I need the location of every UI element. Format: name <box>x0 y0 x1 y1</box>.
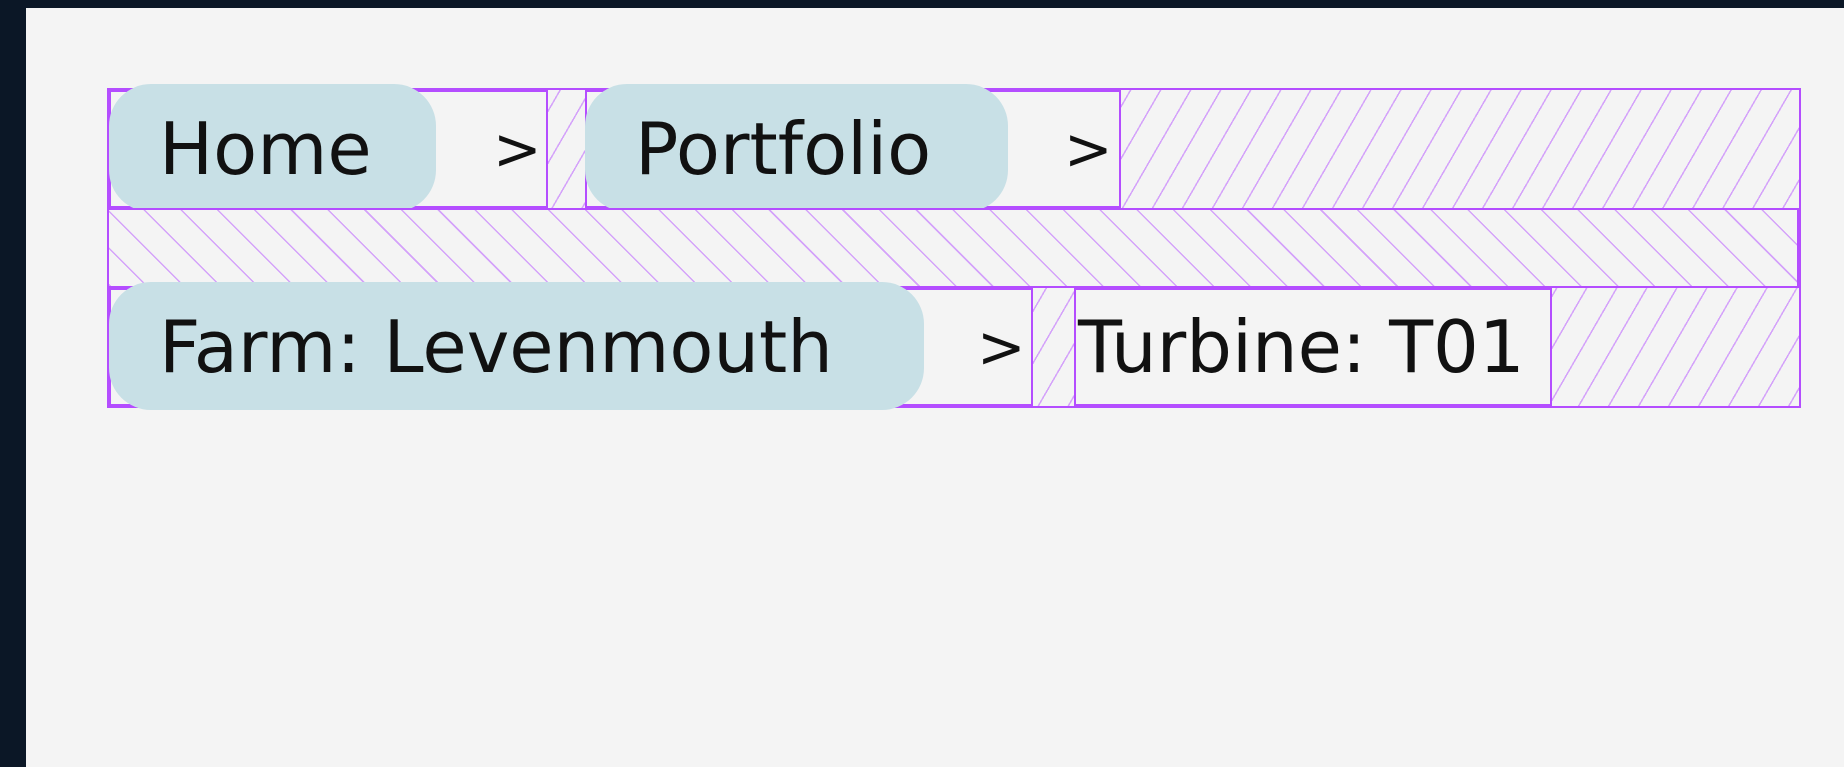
window-left-border <box>0 0 26 767</box>
breadcrumb-separator: > <box>1064 115 1113 183</box>
breadcrumb-current-turbine: Turbine: T01 <box>1074 288 1552 406</box>
content-panel: Home > Portfolio > Farm: Levenmouth > Tu… <box>26 8 1844 767</box>
breadcrumb-row-2: Farm: Levenmouth > Turbine: T01 <box>109 282 1799 410</box>
breadcrumb-label: Home <box>159 107 372 191</box>
breadcrumb-separator: > <box>493 115 542 183</box>
breadcrumb-item-farm[interactable]: Farm: Levenmouth > <box>109 282 1033 410</box>
window-top-border <box>0 0 1844 8</box>
breadcrumb-item-home[interactable]: Home > <box>109 84 548 212</box>
breadcrumb-row-1: Home > Portfolio > <box>109 84 1799 212</box>
breadcrumb-label: Portfolio <box>635 107 932 191</box>
breadcrumb-wrap-gap <box>109 208 1799 288</box>
breadcrumb-label: Farm: Levenmouth <box>159 305 833 389</box>
breadcrumb-separator: > <box>977 313 1026 381</box>
breadcrumb-current-label: Turbine: T01 <box>1078 305 1525 389</box>
breadcrumb: Home > Portfolio > Farm: Levenmouth > Tu… <box>107 84 1801 410</box>
breadcrumb-item-portfolio[interactable]: Portfolio > <box>585 84 1121 212</box>
